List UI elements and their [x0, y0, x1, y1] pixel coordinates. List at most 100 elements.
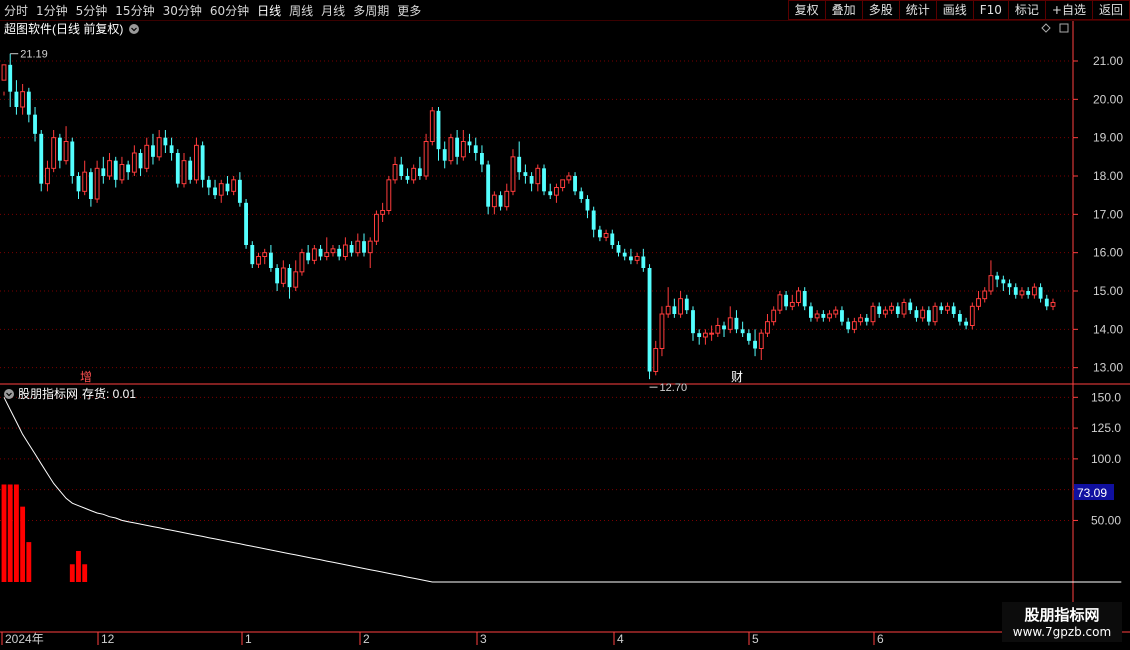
- candle-body: [20, 91, 26, 108]
- candle-body: [715, 325, 721, 334]
- marker-label: 增: [80, 370, 92, 384]
- candle-body: [1026, 291, 1031, 295]
- candle-body: [753, 340, 757, 349]
- candle-body: [920, 309, 926, 319]
- candle-body: [945, 305, 950, 311]
- candle-body: [33, 114, 37, 134]
- candle-body: [355, 240, 361, 254]
- candle-body: [827, 313, 832, 319]
- candle-body: [964, 321, 969, 326]
- marker-label: 财: [731, 370, 743, 384]
- main-ytick-label: 13.00: [1093, 361, 1123, 375]
- indicator-line: [3, 397, 1122, 583]
- candle-body: [579, 191, 584, 199]
- candle-body: [771, 309, 777, 323]
- candle-body: [895, 306, 900, 314]
- candle-body: [442, 149, 447, 161]
- candle-body: [1038, 287, 1043, 299]
- main-ytick-label: 17.00: [1093, 207, 1123, 221]
- candle-body: [293, 271, 299, 288]
- candle-body: [486, 164, 491, 207]
- x-tick-label: 4: [617, 632, 624, 646]
- candle-body: [647, 268, 652, 372]
- candle-body: [840, 310, 844, 322]
- candle-body: [882, 309, 888, 315]
- candle-body: [280, 267, 286, 284]
- candle-body: [1001, 279, 1006, 284]
- candle-body: [789, 302, 795, 307]
- candle-body: [814, 313, 820, 319]
- candle-body: [101, 168, 106, 176]
- candle-body: [324, 252, 330, 258]
- indicator-bar: [69, 564, 75, 582]
- indicator-title: 股朋指标网: [18, 386, 78, 401]
- indicator-bar: [7, 484, 13, 582]
- candle-body: [349, 245, 354, 253]
- candle-body: [436, 110, 441, 150]
- candle-body: [939, 306, 944, 311]
- indicator-value: 存货: 0.01: [82, 386, 136, 401]
- candle-body: [399, 164, 404, 176]
- main-panel-title: 超图软件(日线 前复权): [4, 21, 123, 36]
- indicator-bar: [13, 484, 19, 582]
- candle-body: [448, 137, 454, 162]
- candle-body: [932, 305, 938, 323]
- candle-body: [976, 298, 981, 307]
- x-tick-label: 2024年: [5, 632, 44, 646]
- indicator-bar: [20, 506, 26, 582]
- candle-body: [634, 256, 640, 261]
- candle-body: [746, 333, 751, 341]
- candle-body: [653, 348, 659, 372]
- candle-body: [957, 314, 962, 322]
- candle-body: [411, 167, 417, 181]
- main-ytick-label: 21.00: [1093, 54, 1123, 68]
- candle-body: [672, 306, 677, 314]
- candle-body: [833, 309, 839, 315]
- candle-body: [268, 252, 273, 268]
- watermark-name: 股朋指标网: [1024, 606, 1100, 624]
- x-tick-label: 12: [101, 632, 115, 646]
- candle-body: [473, 145, 478, 153]
- main-ytick-label: 20.00: [1093, 92, 1123, 106]
- candle-body: [330, 248, 336, 254]
- candle-body: [510, 156, 516, 192]
- candle-body: [616, 245, 621, 253]
- candle-body: [610, 233, 615, 245]
- ind-ytick-label: 50.00: [1091, 513, 1121, 527]
- main-ytick-label: 19.00: [1093, 131, 1123, 145]
- candle-body: [498, 195, 503, 207]
- main-ytick-label: 15.00: [1093, 284, 1123, 298]
- candle-body: [175, 153, 180, 184]
- candle-body: [560, 179, 566, 188]
- candle-body: [517, 156, 522, 173]
- low-annotation-label: 12.70: [660, 382, 688, 394]
- candle-body: [206, 179, 211, 188]
- candle-body: [566, 175, 572, 181]
- candle-body: [299, 252, 305, 273]
- candle-body: [480, 153, 484, 165]
- indicator-bar: [1, 484, 7, 582]
- main-ytick-label: 14.00: [1093, 322, 1123, 336]
- candle-body: [423, 141, 429, 177]
- candle-body: [51, 137, 57, 169]
- chevron-down-icon: [4, 389, 14, 399]
- candle-body: [603, 233, 609, 238]
- candle-body: [82, 171, 88, 192]
- square-icon: [1059, 23, 1069, 33]
- candle-body: [151, 145, 155, 157]
- candle-body: [864, 317, 869, 322]
- candle-body: [870, 305, 876, 323]
- candle-body: [1013, 287, 1018, 295]
- indicator-bar: [76, 550, 81, 582]
- candle-body: [727, 317, 733, 330]
- candle-body: [926, 310, 931, 322]
- candle-body: [982, 290, 988, 300]
- watermark: 股朋指标网 www.7gpzb.com: [1002, 602, 1122, 642]
- candle-body: [163, 137, 168, 146]
- candle-body: [417, 168, 422, 176]
- candle-body: [758, 332, 764, 349]
- candle-body: [951, 306, 956, 314]
- candle-body: [213, 187, 217, 196]
- x-tick-label: 5: [752, 632, 759, 646]
- candle-body: [591, 210, 596, 230]
